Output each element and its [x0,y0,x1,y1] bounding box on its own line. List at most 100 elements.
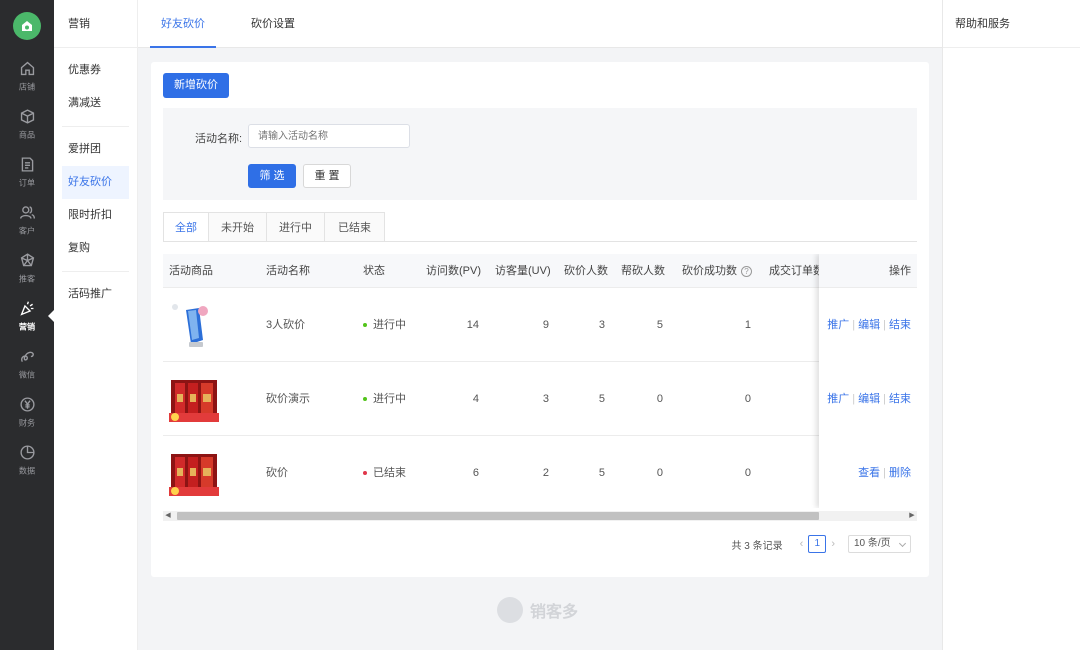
rail-item-goods[interactable]: 商品 [0,100,54,148]
status-tab-all[interactable]: 全部 [163,212,209,242]
tab-bargain[interactable]: 好友砍价 [150,0,216,48]
status-cell: 进行中 [363,288,406,362]
bargainers-value: 3 [598,319,605,331]
rail-item-customers[interactable]: 客户 [0,196,54,244]
page-number[interactable]: 1 [808,535,827,553]
activity-name: 3人砍价 [266,319,306,331]
footer-brand: 销客多 [497,597,578,623]
rail-label: 数据 [18,465,36,475]
pagination: 共 3 条记录 ‹ 1 › 10 条/页 [732,535,911,553]
horizontal-scrollbar[interactable]: ◀ ▶ [163,511,917,521]
edit-link[interactable]: 编辑 [858,319,880,331]
help-circle-icon[interactable]: ? [741,265,752,277]
logo-icon [22,21,32,31]
col-actions: 操作 [819,254,917,288]
edit-link[interactable]: 编辑 [858,393,880,405]
status-cell: 进行中 [363,362,406,436]
uv-value: 2 [542,467,549,479]
rail-item-marketing[interactable]: 营销 [0,292,54,340]
rail-label: 店铺 [18,81,36,91]
rail-label: 营销 [18,321,36,331]
separator: | [883,393,886,405]
view-link[interactable]: 查看 [858,467,880,479]
tabs-divider [163,241,917,242]
status-label: 进行中 [373,393,406,405]
status-dot [363,471,367,476]
app-logo[interactable] [13,12,41,40]
subnav-item-flash-discount[interactable]: 限时折扣 [62,199,129,232]
delete-link[interactable]: 删除 [889,467,911,479]
separator: | [852,393,856,405]
col-orders: 成交订单数 [769,265,824,277]
next-page-icon[interactable]: › [831,538,835,550]
promote-link[interactable]: 推广 [827,319,849,331]
helpers-value: 0 [656,467,663,479]
pv-value: 14 [466,319,479,331]
promote-link[interactable]: 推广 [827,393,849,405]
table-header: 活动商品 活动名称 状态 访问数(PV) 访客量(UV) 砍价人数 帮砍人数 砍… [163,254,917,288]
product-thumbnail[interactable] [169,374,219,424]
rail-item-orders[interactable]: 订单 [0,148,54,196]
rail-label: 财务 [18,417,36,427]
rail-item-data[interactable]: 数据 [0,436,54,484]
brand-logo-icon [497,597,523,623]
subnav-title: 营销 [54,0,137,48]
rail-label: 微信 [18,369,36,379]
col-uv: 访客量(UV) [495,265,551,277]
subnav-item-qr-promotion[interactable]: 活码推广 [62,278,129,311]
tab-bargain-settings[interactable]: 砍价设置 [238,0,308,48]
bargain-table: 活动商品 活动名称 状态 访问数(PV) 访客量(UV) 砍价人数 帮砍人数 砍… [163,254,917,508]
status-tab-in-progress[interactable]: 进行中 [266,212,325,242]
table-row: 3人砍价 进行中 14 9 3 5 1 [163,288,917,362]
col-bargainers: 砍价人数 [564,265,608,277]
end-link[interactable]: 结束 [889,393,911,405]
home-icon [20,61,34,75]
end-link[interactable]: 结束 [889,319,911,331]
reset-button[interactable]: 重 置 [303,164,351,188]
rail-label: 推客 [18,273,36,283]
subnav-item-group-buy[interactable]: 爱拼团 [62,133,129,166]
helpers-value: 0 [656,393,663,405]
filter-panel: 活动名称: 筛 选 重 置 [163,108,917,200]
scroll-left-icon[interactable]: ◀ [163,511,173,521]
status-tab-ended[interactable]: 已结束 [324,212,385,242]
activity-name: 砍价演示 [266,393,310,405]
table-row: 砍价 已结束 6 2 5 0 0 [163,436,917,508]
scroll-right-icon[interactable]: ▶ [907,511,917,521]
filter-button[interactable]: 筛 选 [248,164,296,188]
subnav-item-repurchase[interactable]: 复购 [62,232,129,265]
subnav-item-bargain[interactable]: 好友砍价 [62,166,129,199]
col-activity-name: 活动名称 [266,265,310,277]
activity-name-input[interactable] [248,124,410,148]
rail-item-wechat[interactable]: 微信 [0,340,54,388]
scrollbar-thumb[interactable] [177,512,819,520]
product-thumbnail[interactable] [169,300,219,350]
pv-value: 4 [472,393,479,405]
bargain-card: 新增砍价 活动名称: 筛 选 重 置 全部 未开始 进行中 已结束 活动商品 活… [151,62,929,577]
marketing-subnav: 营销 优惠券 满减送 爱拼团 好友砍价 限时折扣 复购 活码推广 [54,0,138,650]
subnav-item-coupons[interactable]: 优惠券 [62,54,129,87]
help-title[interactable]: 帮助和服务 [943,0,1080,48]
subnav-group: 活码推广 [62,272,129,317]
rail-item-store[interactable]: 店铺 [0,52,54,100]
col-pv: 访问数(PV) [426,265,481,277]
product-thumbnail[interactable] [169,448,219,498]
rail-item-promoters[interactable]: 推客 [0,244,54,292]
prev-page-icon[interactable]: ‹ [800,538,804,550]
party-icon [19,300,33,316]
document-icon [21,156,33,172]
status-tab-not-started[interactable]: 未开始 [208,212,267,242]
app-rail: 店铺 商品 订单 客户 推客 营销 微信 财务 数据 [0,0,54,650]
rail-label: 客户 [18,225,36,235]
add-bargain-button[interactable]: 新增砍价 [163,73,229,98]
helpers-value: 5 [656,319,663,331]
col-success: 砍价成功数? [682,254,752,288]
activity-name: 砍价 [266,467,288,479]
separator: | [883,467,886,479]
rail-item-finance[interactable]: 财务 [0,388,54,436]
page-size-select[interactable]: 10 条/页 [848,535,911,553]
pv-value: 6 [472,467,479,479]
subnav-item-full-reduction[interactable]: 满减送 [62,87,129,120]
col-helpers: 帮砍人数 [621,265,665,277]
pie-chart-icon [19,444,35,460]
